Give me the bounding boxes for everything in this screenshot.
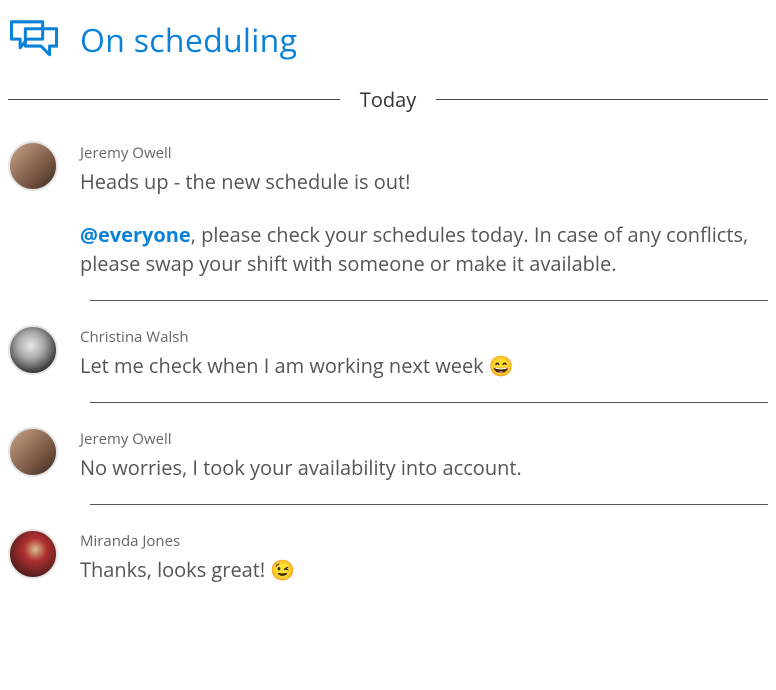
date-divider: Today — [8, 86, 768, 113]
message-author: Christina Walsh — [80, 327, 768, 347]
message: Jeremy Owell No worries, I took your avai… — [8, 427, 768, 498]
emoji-icon: 😄 — [489, 352, 514, 379]
message-list: Jeremy Owell Heads up - the new schedule … — [8, 141, 768, 600]
message-text: No worries, I took your availability int… — [80, 453, 768, 482]
message-body: Christina Walsh Let me check when I am wo… — [80, 325, 768, 380]
message: Christina Walsh Let me check when I am wo… — [8, 325, 768, 396]
chat-header: On scheduling — [8, 0, 768, 86]
message-separator — [90, 300, 768, 301]
avatar[interactable] — [8, 141, 58, 191]
page-title: On scheduling — [80, 19, 297, 62]
message-author: Jeremy Owell — [80, 429, 768, 449]
message: Jeremy Owell Heads up - the new schedule … — [8, 141, 768, 294]
message-text: Heads up - the new schedule is out! — [80, 167, 768, 196]
message: Miranda Jones Thanks, looks great! 😉 — [8, 529, 768, 600]
message-text: Let me check when I am working next week… — [80, 351, 768, 380]
avatar[interactable] — [8, 529, 58, 579]
message-author: Miranda Jones — [80, 531, 768, 551]
message-text: Thanks, looks great! 😉 — [80, 555, 768, 584]
message-separator — [90, 402, 768, 403]
message-text: @everyone, please check your schedules t… — [80, 220, 768, 278]
message-author: Jeremy Owell — [80, 143, 768, 163]
date-label: Today — [360, 86, 416, 113]
message-body: Jeremy Owell No worries, I took your avai… — [80, 427, 768, 482]
message-body: Miranda Jones Thanks, looks great! 😉 — [80, 529, 768, 584]
avatar[interactable] — [8, 325, 58, 375]
chat-bubble-icon — [8, 18, 60, 62]
avatar[interactable] — [8, 427, 58, 477]
emoji-icon: 😉 — [270, 556, 295, 583]
message-separator — [90, 504, 768, 505]
mention[interactable]: @everyone — [80, 221, 191, 248]
message-body: Jeremy Owell Heads up - the new schedule … — [80, 141, 768, 278]
divider-line — [8, 99, 340, 100]
divider-line — [436, 99, 768, 100]
